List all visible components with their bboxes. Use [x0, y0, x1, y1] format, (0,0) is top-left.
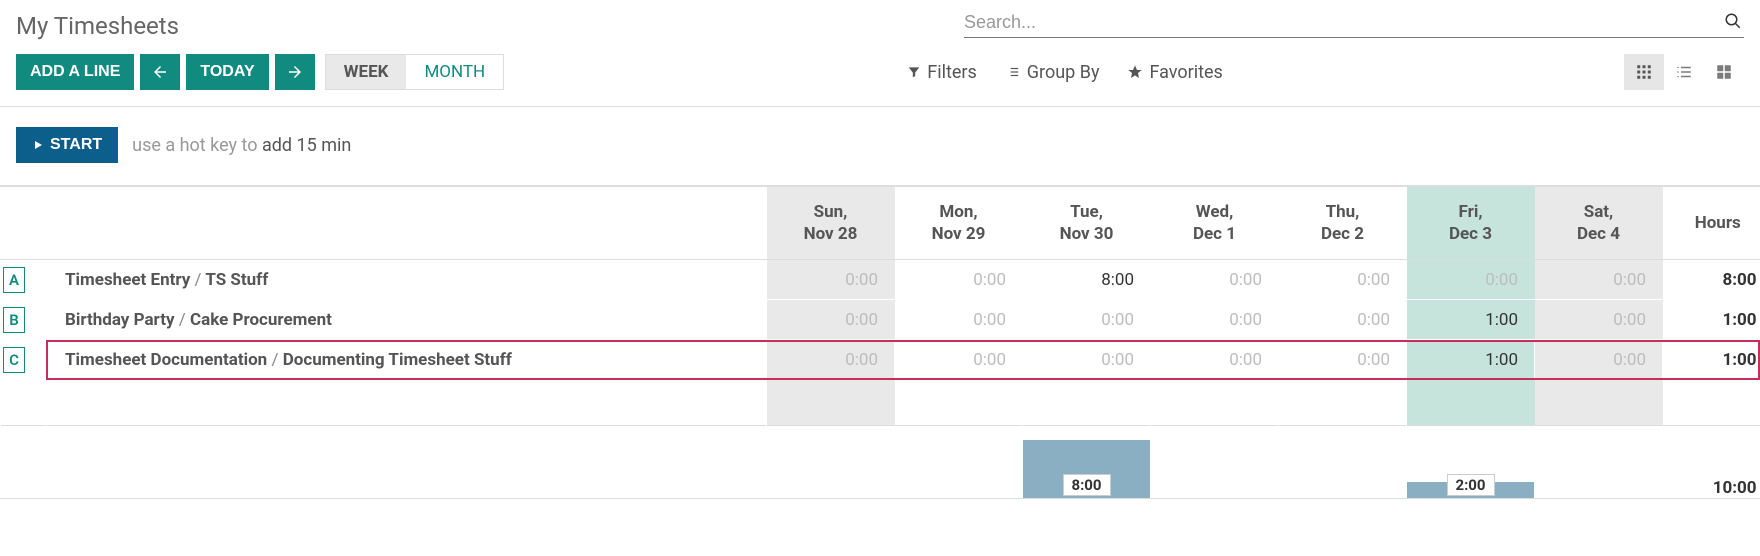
today-button[interactable]: TODAY — [186, 54, 268, 90]
row-total: 1:00 — [1663, 300, 1760, 340]
row-badge[interactable]: A — [3, 267, 25, 293]
time-cell[interactable]: 0:00 — [1535, 260, 1663, 300]
table-row[interactable]: C Timesheet Documentation / Documenting T… — [1, 340, 1760, 380]
star-icon — [1127, 64, 1143, 80]
day-header: Thu,Dec 2 — [1279, 187, 1407, 260]
group-by-button[interactable]: Group By — [1005, 62, 1100, 83]
day-header: Sat,Dec 4 — [1535, 187, 1663, 260]
time-cell[interactable]: 0:00 — [767, 340, 895, 380]
play-icon — [32, 138, 44, 152]
time-cell[interactable]: 0:00 — [895, 260, 1023, 300]
time-cell[interactable]: 0:00 — [1407, 260, 1535, 300]
time-cell[interactable]: 0:00 — [1023, 340, 1151, 380]
time-cell[interactable]: 1:00 — [1407, 340, 1535, 380]
row-label[interactable]: Timesheet Documentation / Documenting Ti… — [47, 340, 767, 380]
hotkey-hint: use a hot key to add 15 min — [132, 135, 351, 156]
row-label[interactable]: Timesheet Entry / TS Stuff — [47, 260, 767, 300]
time-cell[interactable]: 0:00 — [1023, 300, 1151, 340]
filter-icon — [907, 65, 921, 79]
time-cell[interactable]: 0:00 — [1151, 300, 1279, 340]
time-cell[interactable]: 0:00 — [1151, 340, 1279, 380]
label-header — [1, 187, 767, 260]
day-total-cell: 2:00 — [1407, 426, 1535, 498]
view-kanban-icon[interactable] — [1704, 54, 1744, 90]
view-range-toggle: WEEK MONTH — [325, 54, 505, 90]
day-total-cell — [1279, 426, 1407, 498]
day-total-cell: 8:00 — [1023, 426, 1151, 498]
row-badge[interactable]: C — [3, 347, 25, 373]
row-total: 8:00 — [1663, 260, 1760, 300]
row-badge-cell: B — [1, 300, 47, 340]
view-month-tab[interactable]: MONTH — [406, 55, 503, 89]
row-badge-cell: A — [1, 260, 47, 300]
table-row[interactable]: BBirthday Party / Cake Procurement0:000:… — [1, 300, 1760, 340]
search-input[interactable] — [964, 12, 1744, 33]
table-row[interactable]: ATimesheet Entry / TS Stuff0:000:008:000… — [1, 260, 1760, 300]
day-total-label: 8:00 — [1062, 474, 1110, 496]
view-grid-icon[interactable] — [1624, 54, 1664, 90]
time-cell[interactable]: 0:00 — [767, 300, 895, 340]
day-total-cell — [895, 426, 1023, 498]
row-badge[interactable]: B — [3, 307, 25, 333]
favorites-button[interactable]: Favorites — [1127, 62, 1222, 83]
search-container — [964, 12, 1744, 38]
filters-button[interactable]: Filters — [907, 62, 977, 83]
day-header: Mon,Nov 29 — [895, 187, 1023, 260]
hours-header: Hours — [1663, 187, 1760, 260]
timesheet-grid: Sun,Nov 28Mon,Nov 29Tue,Nov 30Wed,Dec 1T… — [0, 186, 1760, 498]
grand-total: 10:00 — [1663, 426, 1760, 498]
page-title: My Timesheets — [16, 12, 179, 40]
next-button[interactable] — [275, 54, 315, 90]
time-cell[interactable]: 0:00 — [767, 260, 895, 300]
view-list-icon[interactable] — [1664, 54, 1704, 90]
row-badge-cell: C — [1, 340, 47, 380]
start-button[interactable]: START — [16, 127, 118, 163]
time-cell[interactable]: 0:00 — [1279, 300, 1407, 340]
list-icon — [1005, 65, 1021, 79]
time-cell[interactable]: 0:00 — [895, 300, 1023, 340]
totals-row: 8:00 2:00 10:00 — [1, 426, 1760, 498]
time-cell[interactable]: 0:00 — [1151, 260, 1279, 300]
time-cell[interactable]: 0:00 — [1535, 340, 1663, 380]
day-header: Fri,Dec 3 — [1407, 187, 1535, 260]
day-total-cell — [1151, 426, 1279, 498]
time-cell[interactable]: 1:00 — [1407, 300, 1535, 340]
time-cell[interactable]: 0:00 — [1535, 300, 1663, 340]
add-line-button[interactable]: ADD A LINE — [16, 54, 134, 90]
view-week-tab[interactable]: WEEK — [326, 55, 407, 89]
time-cell[interactable]: 0:00 — [1279, 260, 1407, 300]
day-header: Wed,Dec 1 — [1151, 187, 1279, 260]
day-header: Sun,Nov 28 — [767, 187, 895, 260]
time-cell[interactable]: 0:00 — [1279, 340, 1407, 380]
day-total-cell — [767, 426, 895, 498]
prev-button[interactable] — [140, 54, 180, 90]
day-header: Tue,Nov 30 — [1023, 187, 1151, 260]
search-icon[interactable] — [1724, 12, 1742, 30]
day-total-label: 2:00 — [1446, 474, 1494, 496]
row-label[interactable]: Birthday Party / Cake Procurement — [47, 300, 767, 340]
time-cell[interactable]: 0:00 — [895, 340, 1023, 380]
day-total-cell — [1535, 426, 1663, 498]
time-cell[interactable]: 8:00 — [1023, 260, 1151, 300]
row-total: 1:00 — [1663, 340, 1760, 380]
